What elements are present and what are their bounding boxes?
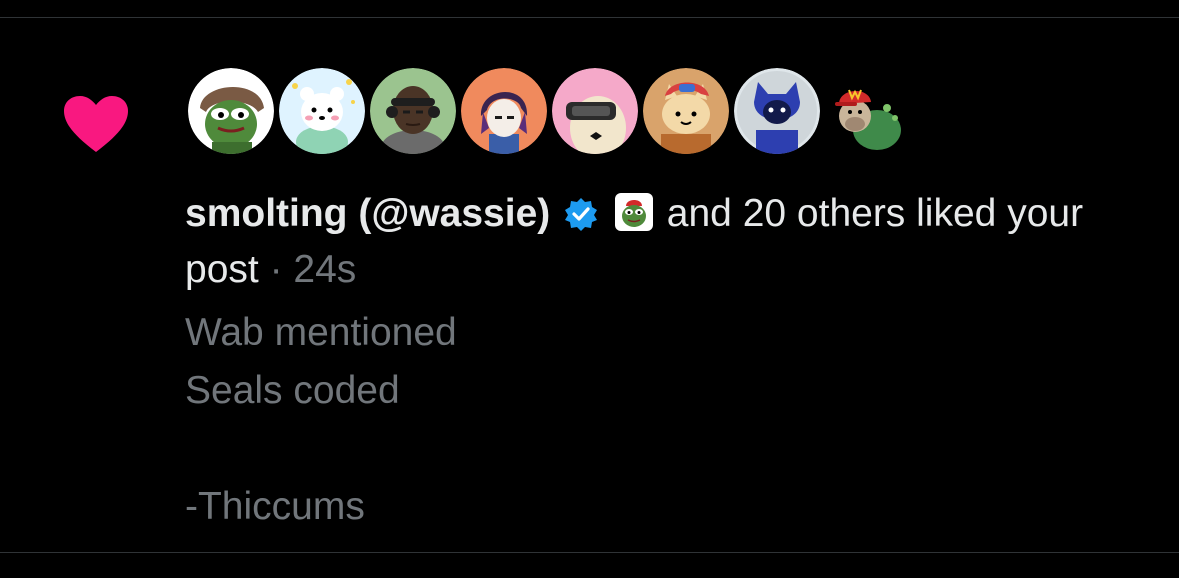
avatar-pepe-hood[interactable] bbox=[188, 68, 274, 154]
avatar-polar-bear[interactable] bbox=[279, 68, 365, 154]
post-text[interactable]: Wab mentioned Seals coded -Thiccums bbox=[185, 304, 1145, 536]
like-notification[interactable]: smolting (@wassie) and 20 others liked y… bbox=[0, 18, 1179, 552]
avatar-blue-bat[interactable] bbox=[734, 68, 820, 154]
time-ago: 24s bbox=[293, 248, 357, 291]
avatar-bulldog-cap[interactable] bbox=[825, 68, 911, 154]
notification-body: smolting (@wassie) and 20 others liked y… bbox=[185, 186, 1145, 536]
avatar-cat-cap[interactable] bbox=[643, 68, 729, 154]
avatar-anime-purple-hair[interactable] bbox=[461, 68, 547, 154]
notification-summary: smolting (@wassie) and 20 others liked y… bbox=[185, 186, 1145, 298]
avatar-headphones-man[interactable] bbox=[370, 68, 456, 154]
verified-badge-icon bbox=[565, 198, 598, 231]
meta-separator: · bbox=[269, 248, 283, 291]
pepe-emoji-icon bbox=[614, 193, 653, 231]
heart-icon bbox=[64, 96, 128, 152]
bottom-divider bbox=[0, 552, 1179, 553]
avatar-vr-seal[interactable] bbox=[552, 68, 638, 154]
actor-name[interactable]: smolting (@wassie) bbox=[185, 192, 550, 235]
